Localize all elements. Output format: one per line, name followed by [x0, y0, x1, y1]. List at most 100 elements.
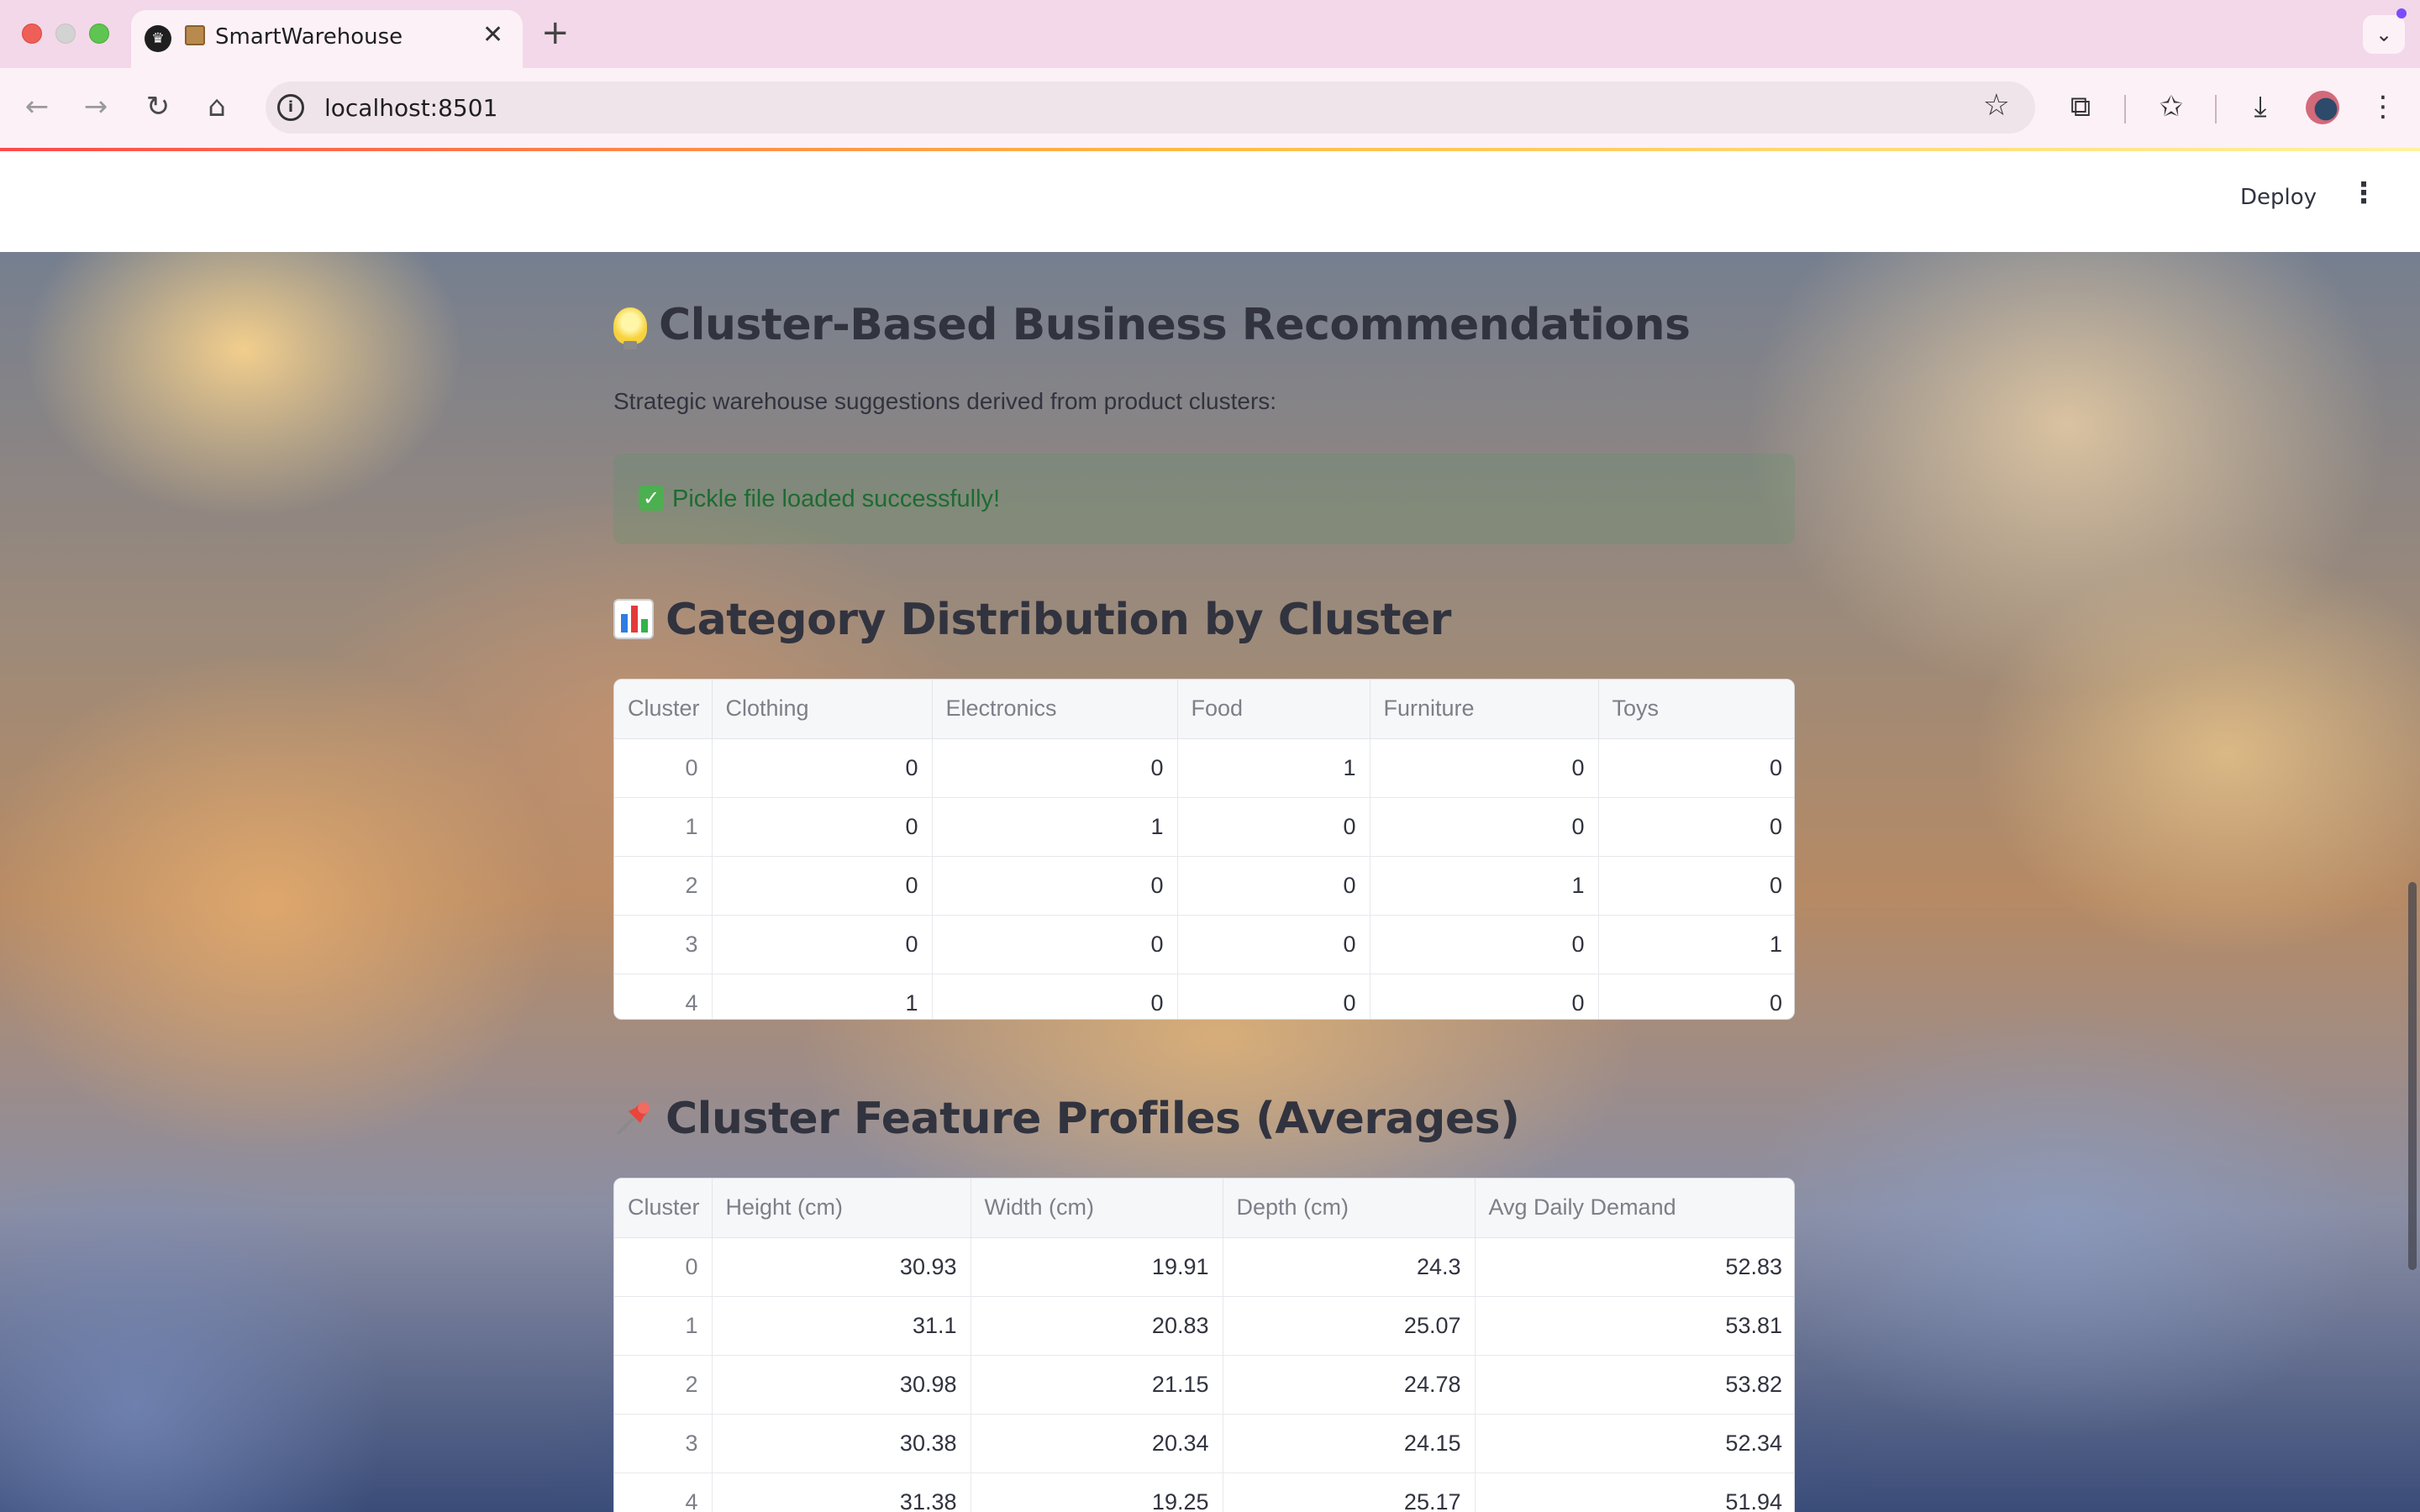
page-scrollbar[interactable]	[2408, 882, 2417, 1270]
table-header-row: Cluster Clothing Electronics Food Furniture T…	[614, 680, 1794, 739]
window-minimize-button[interactable]	[55, 24, 76, 44]
extensions-puzzle-icon[interactable]: ⧉	[2060, 87, 2101, 127]
column-header[interactable]: Depth (cm)	[1223, 1179, 1476, 1238]
row-index-cell[interactable]: 1	[614, 797, 713, 857]
table-cell[interactable]: 25.17	[1223, 1473, 1476, 1512]
row-index-cell[interactable]: 2	[614, 856, 713, 916]
site-info-icon[interactable]: i	[277, 94, 304, 121]
back-arrow-icon[interactable]: ←	[17, 87, 57, 127]
profile-avatar[interactable]	[2306, 91, 2339, 124]
table-cell[interactable]: 24.78	[1223, 1355, 1476, 1415]
table-cell[interactable]: 0	[1598, 974, 1794, 1019]
main-menu-icon[interactable]: ⋮	[2349, 176, 2378, 210]
table-cell[interactable]: 0	[712, 738, 933, 798]
table-cell[interactable]: 1	[1177, 738, 1370, 798]
new-tab-button[interactable]: +	[541, 13, 570, 52]
bookmark-star-icon[interactable]: ☆	[1983, 88, 2010, 123]
table-cell[interactable]: 19.25	[971, 1473, 1223, 1512]
package-icon	[185, 25, 205, 45]
window-maximize-button[interactable]	[89, 24, 109, 44]
deploy-button[interactable]: Deploy	[2235, 175, 2322, 220]
column-header[interactable]: Clothing	[712, 680, 933, 739]
table-cell[interactable]: 0	[1177, 915, 1370, 974]
table-cell[interactable]: 25.07	[1223, 1296, 1476, 1356]
table-cell[interactable]: 0	[712, 856, 933, 916]
column-header[interactable]: Furniture	[1370, 680, 1599, 739]
column-header[interactable]: Toys	[1598, 680, 1794, 739]
column-header[interactable]: Avg Daily Demand	[1475, 1179, 1794, 1238]
table-row: 1 31.1 20.83 25.07 53.81	[614, 1296, 1794, 1356]
table-cell[interactable]: 0	[1370, 738, 1599, 798]
table-cell[interactable]: 24.3	[1223, 1237, 1476, 1297]
browser-menu-icon[interactable]: ⋮	[2363, 87, 2403, 127]
reload-icon[interactable]: ↻	[138, 87, 178, 127]
table-cell[interactable]: 53.82	[1475, 1355, 1794, 1415]
table-cell[interactable]: 1	[1370, 856, 1599, 916]
column-header[interactable]: Food	[1177, 680, 1370, 739]
category-distribution-table[interactable]: Cluster Clothing Electronics Food Furniture T…	[613, 679, 1795, 1020]
table-cell[interactable]: 30.98	[712, 1355, 971, 1415]
table-cell[interactable]: 1	[932, 797, 1178, 857]
column-header[interactable]: Cluster	[614, 680, 713, 739]
table-cell[interactable]: 0	[1370, 974, 1599, 1019]
table-cell[interactable]: 0	[932, 974, 1178, 1019]
table-cell[interactable]: 0	[1370, 915, 1599, 974]
row-index-cell[interactable]: 3	[614, 915, 713, 974]
table-cell[interactable]: 30.93	[712, 1237, 971, 1297]
table-cell[interactable]: 0	[1177, 856, 1370, 916]
table-cell[interactable]: 1	[712, 974, 933, 1019]
column-header[interactable]: Height (cm)	[712, 1179, 971, 1238]
table-cell[interactable]: 20.34	[971, 1414, 1223, 1473]
table-cell[interactable]: 0	[1598, 738, 1794, 798]
tab-search-button[interactable]: ⌄	[2363, 15, 2405, 54]
window-close-button[interactable]	[22, 24, 42, 44]
table-cell[interactable]: 31.1	[712, 1296, 971, 1356]
table-cell[interactable]: 53.81	[1475, 1296, 1794, 1356]
light-bulb-icon	[613, 307, 647, 349]
table-cell[interactable]: 0	[932, 856, 1178, 916]
tab-smartwarehouse[interactable]: ♛ SmartWarehouse ✕	[131, 10, 523, 68]
table-cell[interactable]: 52.34	[1475, 1414, 1794, 1473]
tab-title: SmartWarehouse	[215, 24, 403, 50]
table-cell[interactable]: 0	[712, 915, 933, 974]
feature-profiles-table[interactable]: Cluster Height (cm) Width (cm) Depth (cm) Av…	[613, 1178, 1795, 1512]
home-icon[interactable]: ⌂	[197, 87, 237, 127]
reading-list-star-icon[interactable]: ✩	[2151, 87, 2191, 127]
address-bar[interactable]: i localhost:8501 ☆	[266, 81, 2035, 134]
download-icon[interactable]: ⤓	[2240, 87, 2281, 127]
tab-close-icon[interactable]: ✕	[482, 20, 503, 50]
row-index-cell[interactable]: 3	[614, 1414, 713, 1473]
recommendations-subtitle: Strategic warehouse suggestions derived …	[613, 388, 1277, 414]
table-cell[interactable]: 0	[932, 915, 1178, 974]
row-index-cell[interactable]: 0	[614, 738, 713, 798]
row-index-cell[interactable]: 4	[614, 1473, 713, 1512]
table-row: 101000	[614, 797, 1794, 857]
table-cell[interactable]: 1	[1598, 915, 1794, 974]
column-header[interactable]: Electronics	[932, 680, 1178, 739]
url-text[interactable]: localhost:8501	[324, 94, 497, 122]
row-index-cell[interactable]: 4	[614, 974, 713, 1019]
table-cell[interactable]: 52.83	[1475, 1237, 1794, 1297]
row-index-cell[interactable]: 1	[614, 1296, 713, 1356]
row-index-cell[interactable]: 2	[614, 1355, 713, 1415]
table-cell[interactable]: 31.38	[712, 1473, 971, 1512]
forward-arrow-icon[interactable]: →	[76, 87, 116, 127]
table-cell[interactable]: 0	[1598, 856, 1794, 916]
row-index-cell[interactable]: 0	[614, 1237, 713, 1297]
table-cell[interactable]: 0	[932, 738, 1178, 798]
table-row: 0 30.93 19.91 24.3 52.83	[614, 1237, 1794, 1297]
column-header[interactable]: Cluster	[614, 1179, 713, 1238]
table-row: 410000	[614, 974, 1794, 1019]
table-cell[interactable]: 19.91	[971, 1237, 1223, 1297]
table-cell[interactable]: 21.15	[971, 1355, 1223, 1415]
table-cell[interactable]: 20.83	[971, 1296, 1223, 1356]
table-cell[interactable]: 0	[1370, 797, 1599, 857]
table-cell[interactable]: 0	[1598, 797, 1794, 857]
table-cell[interactable]: 0	[1177, 974, 1370, 1019]
table-cell[interactable]: 0	[712, 797, 933, 857]
table-cell[interactable]: 51.94	[1475, 1473, 1794, 1512]
table-cell[interactable]: 30.38	[712, 1414, 971, 1473]
table-cell[interactable]: 24.15	[1223, 1414, 1476, 1473]
table-cell[interactable]: 0	[1177, 797, 1370, 857]
column-header[interactable]: Width (cm)	[971, 1179, 1223, 1238]
